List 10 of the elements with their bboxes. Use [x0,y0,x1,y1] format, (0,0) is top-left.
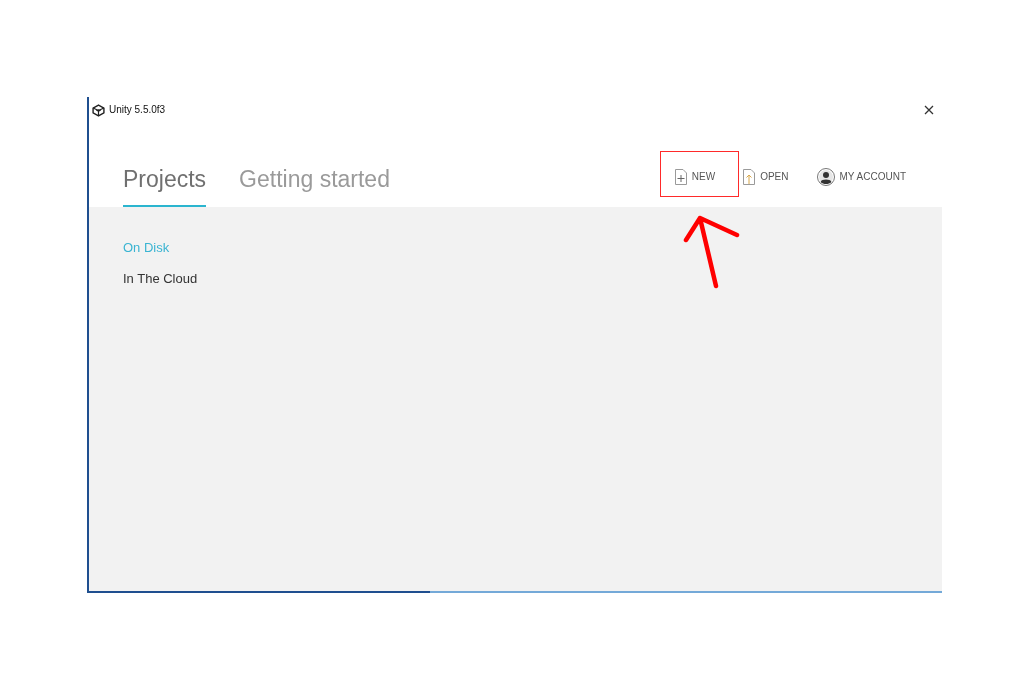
close-icon [924,105,934,115]
window-title: Unity 5.5.0f3 [109,103,166,117]
new-file-icon [674,169,687,185]
account-button[interactable]: MY ACCOUNT [816,167,906,187]
cube-logo-icon [92,103,105,117]
account-avatar-icon [816,168,835,186]
open-button[interactable]: OPEN [743,167,789,187]
new-button[interactable]: NEW [674,167,716,187]
sidebar-item[interactable]: In The Cloud [123,270,198,288]
upload-file-icon [743,169,756,185]
